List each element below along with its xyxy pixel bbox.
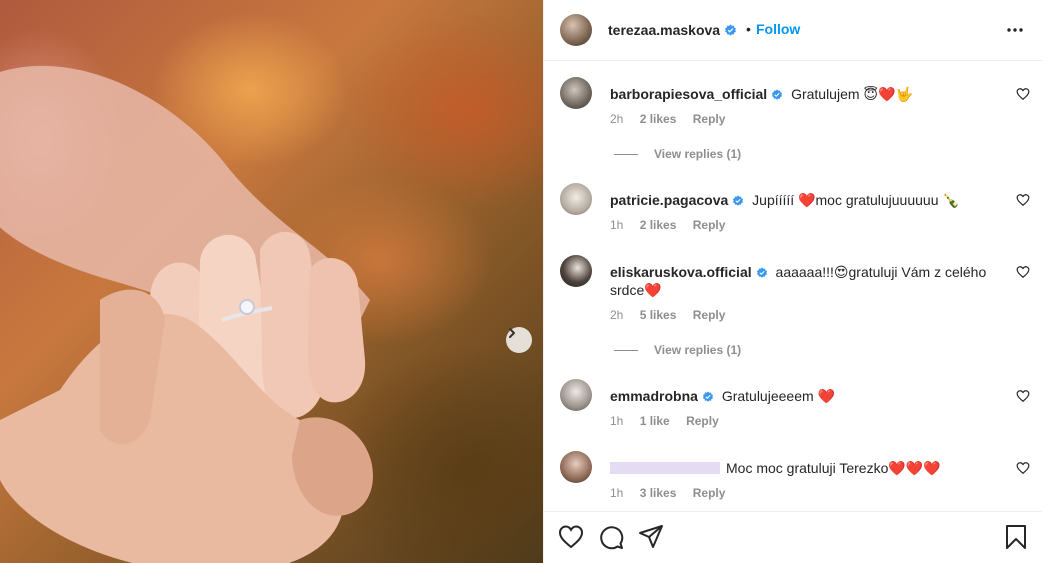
commenter-name-text[interactable]: emmadrobna xyxy=(610,388,698,404)
comment-likes[interactable]: 2 likes xyxy=(640,218,677,232)
comment-time: 2h xyxy=(610,112,624,126)
heart-icon[interactable] xyxy=(1016,87,1030,101)
comment-body: emmadrobna Gratulujeeeem ❤️ xyxy=(610,387,990,405)
comment-text: Gratulujem 😇❤️🤟 xyxy=(791,86,913,102)
commenter-avatar[interactable] xyxy=(560,255,592,287)
verified-badge-icon xyxy=(702,391,713,402)
comment-likes[interactable]: 1 like xyxy=(640,414,670,428)
view-replies-label: View replies (1) xyxy=(654,343,742,357)
comment-time: 1h xyxy=(610,414,624,428)
author-name-text[interactable]: terezaa.maskova xyxy=(608,22,720,38)
comment-body: patricie.pagacova Jupííííí ❤️moc gratulu… xyxy=(610,191,990,209)
hands-with-ring-illustration xyxy=(0,66,373,563)
view-replies-button[interactable]: View replies (1) xyxy=(614,147,741,161)
comment-text: Jupííííí ❤️moc gratulujuuuuuu 🍾 xyxy=(752,192,960,208)
redacted-username[interactable] xyxy=(610,462,720,474)
verified-badge-icon xyxy=(725,24,736,36)
divider-line xyxy=(614,350,638,352)
comment-likes[interactable]: 5 likes xyxy=(640,308,677,322)
commenter-avatar[interactable] xyxy=(560,183,592,215)
commenter-username[interactable]: barborapiesova_official xyxy=(610,86,783,102)
comment-body: eliskaruskova.official aaaaaa!!!😍gratulu… xyxy=(610,263,990,299)
separator-dot: • xyxy=(746,21,751,37)
comment-time: 2h xyxy=(610,308,624,322)
heart-icon[interactable] xyxy=(1016,389,1030,403)
comment-meta: 1h 1 like Reply xyxy=(610,414,732,428)
comment-meta: 2h 2 likes Reply xyxy=(610,112,738,126)
post-action-bar xyxy=(544,511,1042,563)
commenter-username[interactable]: eliskaruskova.official xyxy=(610,264,768,280)
commenter-name-text[interactable]: eliskaruskova.official xyxy=(610,264,752,280)
follow-button[interactable]: Follow xyxy=(756,21,800,37)
reply-button[interactable]: Reply xyxy=(686,414,719,428)
divider-line xyxy=(614,154,638,156)
heart-icon[interactable] xyxy=(1016,461,1030,475)
commenter-username[interactable]: emmadrobna xyxy=(610,388,714,404)
verified-badge-icon xyxy=(772,89,783,100)
verified-badge-icon xyxy=(733,195,744,206)
comment-meta: 1h 2 likes Reply xyxy=(610,218,738,232)
verified-badge-icon xyxy=(756,267,767,278)
commenter-username[interactable]: patricie.pagacova xyxy=(610,192,744,208)
comment-icon[interactable] xyxy=(598,524,624,550)
author-username[interactable]: terezaa.maskova xyxy=(608,22,737,38)
commenter-avatar[interactable] xyxy=(560,379,592,411)
comment-body: Moc moc gratuluji Terezko❤️❤️❤️ xyxy=(610,459,990,477)
comment-time: 1h xyxy=(610,218,624,232)
chevron-right-icon xyxy=(509,328,515,338)
comment-meta: 1h 3 likes Reply xyxy=(610,486,738,500)
commenter-name-text[interactable]: barborapiesova_official xyxy=(610,86,767,102)
author-avatar[interactable] xyxy=(560,14,592,46)
comment-text: Gratulujeeeem ❤️ xyxy=(721,388,835,404)
post-view: terezaa.maskova • Follow barborapiesova_… xyxy=(0,0,1042,563)
post-side-panel: terezaa.maskova • Follow barborapiesova_… xyxy=(543,0,1042,563)
comment-meta: 2h 5 likes Reply xyxy=(610,308,738,322)
comment-body: barborapiesova_official Gratulujem 😇❤️🤟 xyxy=(610,85,990,103)
view-replies-button[interactable]: View replies (1) xyxy=(614,343,741,357)
reply-button[interactable]: Reply xyxy=(693,112,726,126)
commenter-avatar[interactable] xyxy=(560,451,592,483)
heart-icon[interactable] xyxy=(558,524,584,550)
comment-likes[interactable]: 3 likes xyxy=(640,486,677,500)
reply-button[interactable]: Reply xyxy=(693,308,726,322)
reply-button[interactable]: Reply xyxy=(693,218,726,232)
comment-time: 1h xyxy=(610,486,624,500)
bookmark-icon[interactable] xyxy=(1003,524,1029,550)
commenter-name-text[interactable]: patricie.pagacova xyxy=(610,192,728,208)
comment-text: Moc moc gratuluji Terezko❤️❤️❤️ xyxy=(726,460,941,476)
post-header: terezaa.maskova • Follow xyxy=(544,0,1042,61)
more-options-icon[interactable] xyxy=(1004,20,1026,40)
heart-icon[interactable] xyxy=(1016,265,1030,279)
next-image-button[interactable] xyxy=(506,327,532,353)
comment-likes[interactable]: 2 likes xyxy=(640,112,677,126)
share-icon[interactable] xyxy=(638,524,664,550)
reply-button[interactable]: Reply xyxy=(693,486,726,500)
heart-icon[interactable] xyxy=(1016,193,1030,207)
commenter-avatar[interactable] xyxy=(560,77,592,109)
view-replies-label: View replies (1) xyxy=(654,147,742,161)
post-photo[interactable] xyxy=(0,0,543,563)
